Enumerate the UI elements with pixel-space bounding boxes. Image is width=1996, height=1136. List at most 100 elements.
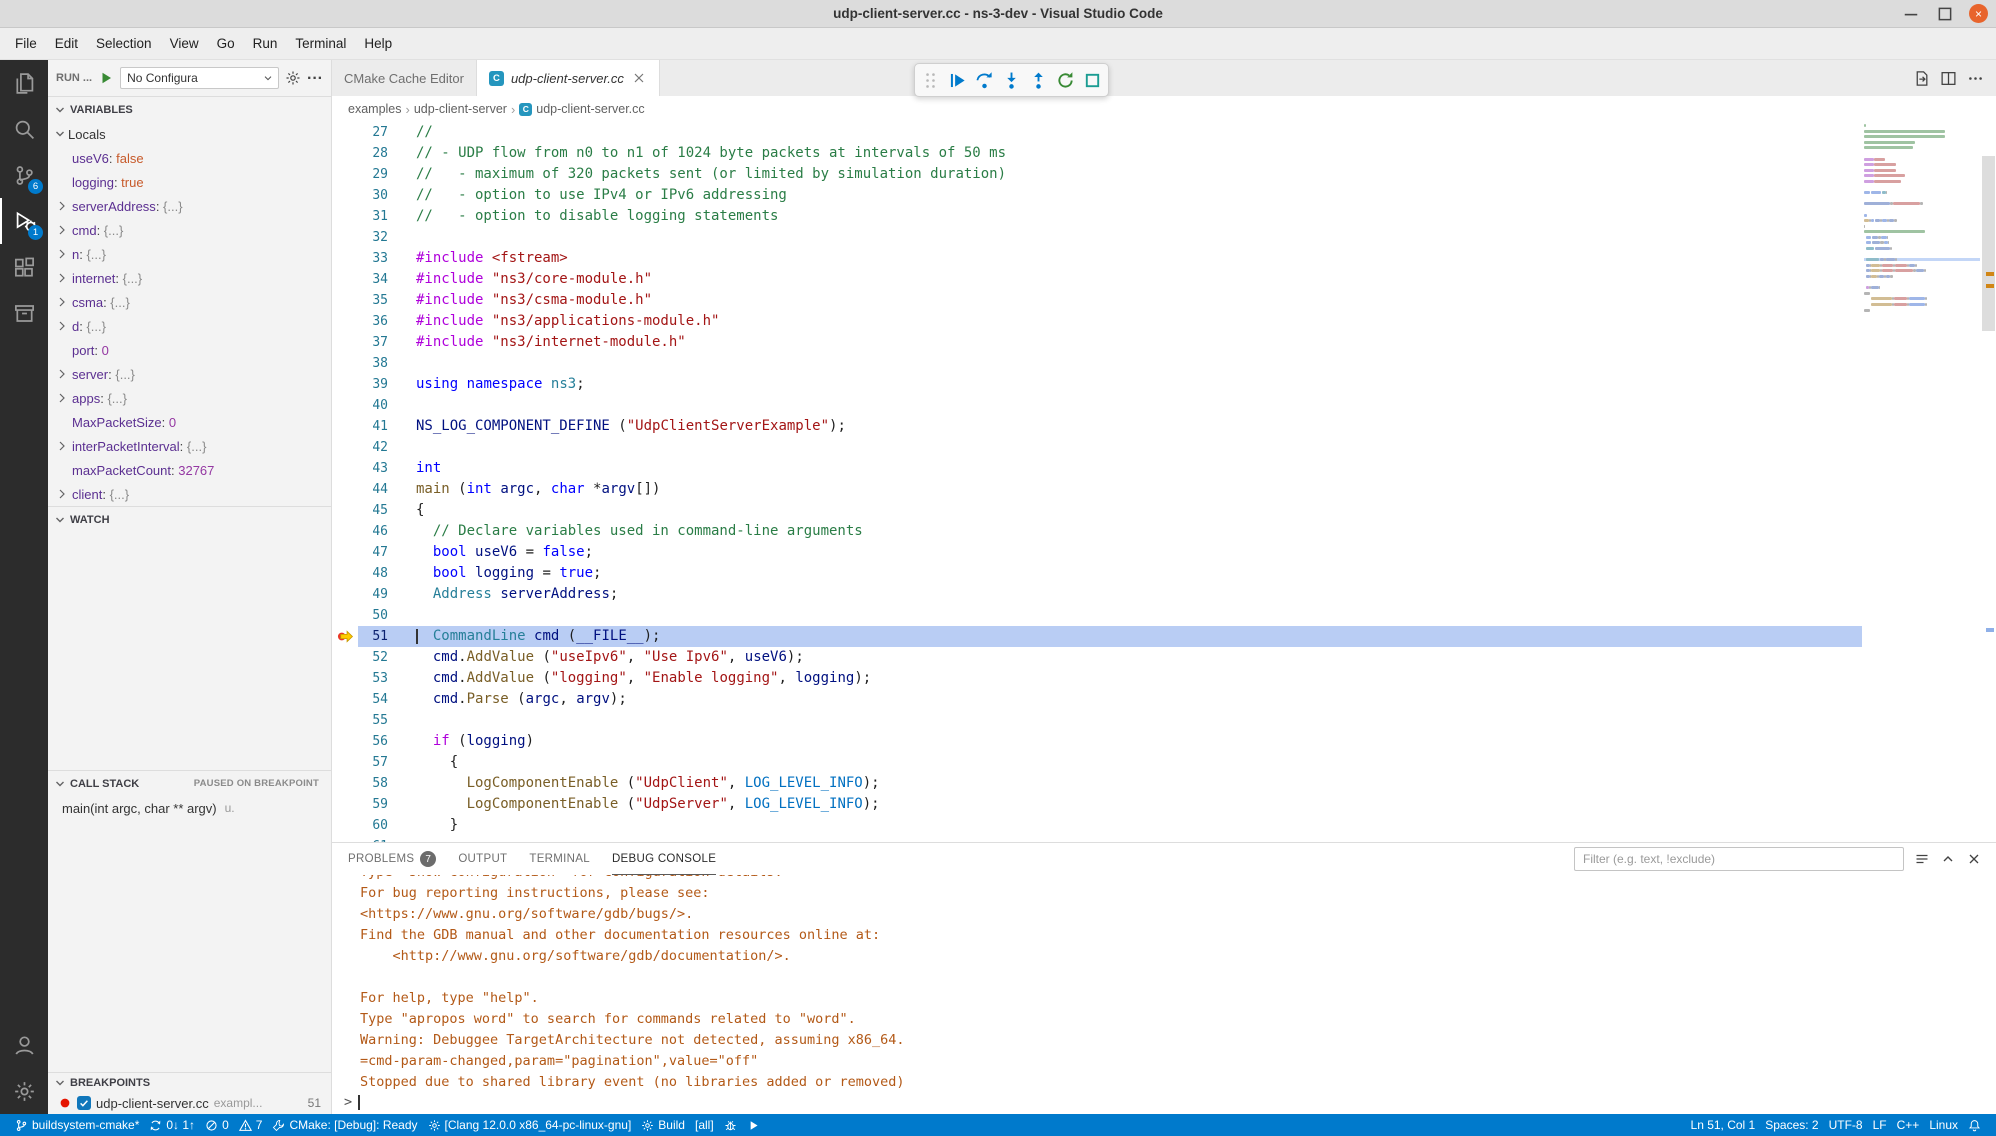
code-line-40[interactable]: 40 <box>332 395 1862 416</box>
variable-apps[interactable]: apps: {...} <box>48 386 331 410</box>
code-line-53[interactable]: 53 cmd.AddValue ("logging", "Enable logg… <box>332 668 1862 689</box>
variable-MaxPacketSize[interactable]: MaxPacketSize: 0 <box>48 410 331 434</box>
status-errors[interactable]: 0 <box>200 1118 234 1132</box>
chevron-right-icon[interactable] <box>54 390 70 406</box>
gutter-glyph-margin[interactable] <box>332 332 358 353</box>
debug-console-output[interactable]: Type "show configuration" for configurat… <box>332 875 1996 1114</box>
breakpoints-header[interactable]: BREAKPOINTS <box>48 1072 331 1092</box>
gutter-glyph-margin[interactable] <box>332 647 358 668</box>
code-line-32[interactable]: 32 <box>332 227 1862 248</box>
status-notifications[interactable] <box>1963 1119 1986 1132</box>
open-preview-icon[interactable] <box>1913 70 1930 87</box>
activity-extensions[interactable] <box>0 244 48 290</box>
status-run-target[interactable] <box>742 1119 765 1132</box>
gutter-glyph-margin[interactable] <box>332 689 358 710</box>
code-line-33[interactable]: 33#include <fstream> <box>332 248 1862 269</box>
code-line-36[interactable]: 36#include "ns3/applications-module.h" <box>332 311 1862 332</box>
step-over-icon[interactable] <box>975 71 994 90</box>
status-build-target[interactable]: [all] <box>690 1118 719 1132</box>
continue-icon[interactable] <box>948 71 967 90</box>
code-line-31[interactable]: 31// - option to disable logging stateme… <box>332 206 1862 227</box>
code-line-60[interactable]: 60 } <box>332 815 1862 836</box>
code-line-42[interactable]: 42 <box>332 437 1862 458</box>
maximize-panel-icon[interactable] <box>1940 851 1956 867</box>
gear-icon[interactable] <box>285 70 301 86</box>
variable-csma[interactable]: csma: {...} <box>48 290 331 314</box>
gutter-glyph-margin[interactable] <box>332 752 358 773</box>
gutter-glyph-margin[interactable] <box>332 815 358 836</box>
minimap[interactable] <box>1864 124 1980 320</box>
chevron-right-icon[interactable] <box>54 270 70 286</box>
gutter-glyph-margin[interactable] <box>332 374 358 395</box>
gutter-glyph-margin[interactable] <box>332 521 358 542</box>
chevron-right-icon[interactable] <box>54 318 70 334</box>
code-line-56[interactable]: 56 if (logging) <box>332 731 1862 752</box>
variable-server[interactable]: server: {...} <box>48 362 331 386</box>
variable-logging[interactable]: logging: true <box>48 170 331 194</box>
code-line-39[interactable]: 39using namespace ns3; <box>332 374 1862 395</box>
code-editor[interactable]: 27//28// - UDP flow from n0 to n1 of 102… <box>332 122 1996 842</box>
variable-internet[interactable]: internet: {...} <box>48 266 331 290</box>
gutter-glyph-margin[interactable] <box>332 626 358 647</box>
menu-run[interactable]: Run <box>244 32 287 56</box>
gutter-glyph-margin[interactable] <box>332 479 358 500</box>
code-line-49[interactable]: 49 Address serverAddress; <box>332 584 1862 605</box>
gutter-glyph-margin[interactable] <box>332 584 358 605</box>
variables-header[interactable]: VARIABLES <box>48 96 331 122</box>
editor-scrollbar[interactable] <box>1981 122 1996 842</box>
breadcrumb-item[interactable]: Cudp-client-server.cc <box>519 102 644 116</box>
menu-selection[interactable]: Selection <box>87 32 161 56</box>
watch-header[interactable]: WATCH <box>48 506 331 532</box>
activity-manage[interactable] <box>0 1068 48 1114</box>
gutter-glyph-margin[interactable] <box>332 395 358 416</box>
chevron-right-icon[interactable] <box>54 366 70 382</box>
variable-port[interactable]: port: 0 <box>48 338 331 362</box>
code-line-37[interactable]: 37#include "ns3/internet-module.h" <box>332 332 1862 353</box>
variable-client[interactable]: client: {...} <box>48 482 331 506</box>
breadcrumb-item[interactable]: examples <box>348 102 402 116</box>
gutter-glyph-margin[interactable] <box>332 206 358 227</box>
code-line-34[interactable]: 34#include "ns3/core-module.h" <box>332 269 1862 290</box>
code-line-44[interactable]: 44main (int argc, char *argv[]) <box>332 479 1862 500</box>
restart-icon[interactable] <box>1056 71 1075 90</box>
variable-cmd[interactable]: cmd: {...} <box>48 218 331 242</box>
code-line-41[interactable]: 41NS_LOG_COMPONENT_DEFINE ("UdpClientSer… <box>332 416 1862 437</box>
code-line-61[interactable]: 61 <box>332 836 1862 842</box>
panel-tab-terminal[interactable]: TERMINAL <box>529 843 590 875</box>
menu-go[interactable]: Go <box>208 32 244 56</box>
panel-tab-debug-console[interactable]: DEBUG CONSOLE <box>612 843 716 875</box>
gutter-glyph-margin[interactable] <box>332 269 358 290</box>
gutter-glyph-margin[interactable] <box>332 416 358 437</box>
code-line-57[interactable]: 57 { <box>332 752 1862 773</box>
menu-file[interactable]: File <box>6 32 46 56</box>
code-line-50[interactable]: 50 <box>332 605 1862 626</box>
more-actions-icon[interactable] <box>1967 70 1984 87</box>
activity-explorer[interactable] <box>0 60 48 106</box>
gutter-glyph-margin[interactable] <box>332 731 358 752</box>
variable-d[interactable]: d: {...} <box>48 314 331 338</box>
editor-tab-1[interactable]: Cudp-client-server.cc <box>477 60 660 96</box>
gutter-glyph-margin[interactable] <box>332 311 358 332</box>
status-git-branch[interactable]: buildsystem-cmake* <box>10 1118 144 1132</box>
debug-config-dropdown[interactable]: No Configura <box>120 67 279 89</box>
breakpoint-checkbox[interactable] <box>77 1096 91 1110</box>
status-encoding[interactable]: UTF-8 <box>1824 1118 1868 1132</box>
minimize-icon[interactable] <box>1901 4 1921 24</box>
chevron-right-icon[interactable] <box>54 438 70 454</box>
status-warnings[interactable]: 7 <box>234 1118 268 1132</box>
gutter-glyph-margin[interactable] <box>332 437 358 458</box>
stack-frame[interactable]: main(int argc, char ** argv) u. <box>48 796 331 820</box>
status-eol[interactable]: LF <box>1868 1118 1892 1132</box>
status-indentation[interactable]: Spaces: 2 <box>1760 1118 1823 1132</box>
gutter-glyph-margin[interactable] <box>332 290 358 311</box>
gutter-glyph-margin[interactable] <box>332 773 358 794</box>
menu-help[interactable]: Help <box>355 32 401 56</box>
activity-cmake-tools[interactable] <box>0 290 48 336</box>
gutter-glyph-margin[interactable] <box>332 668 358 689</box>
gutter-glyph-margin[interactable] <box>332 458 358 479</box>
variable-interPacketInterval[interactable]: interPacketInterval: {...} <box>48 434 331 458</box>
gutter-glyph-margin[interactable] <box>332 542 358 563</box>
code-line-30[interactable]: 30// - option to use IPv4 or IPv6 addres… <box>332 185 1862 206</box>
current-line-breakpoint-icon[interactable] <box>337 628 354 645</box>
code-line-27[interactable]: 27// <box>332 122 1862 143</box>
